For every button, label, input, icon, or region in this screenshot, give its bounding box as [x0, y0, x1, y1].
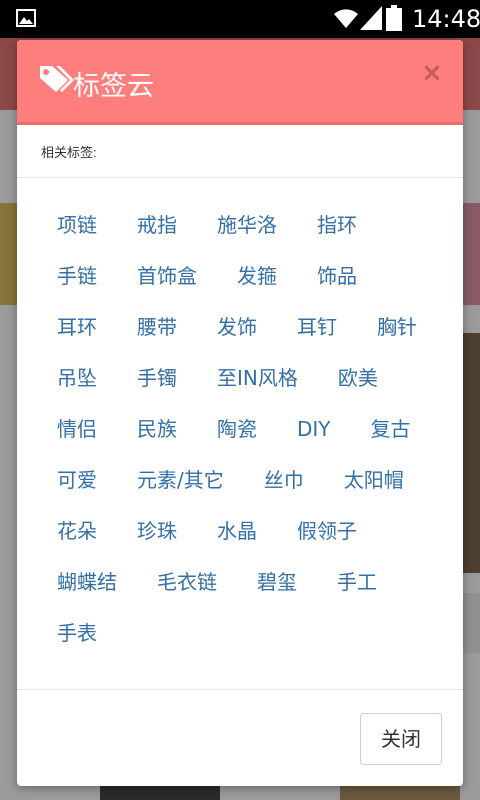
- tag-link[interactable]: 手镯: [117, 357, 197, 399]
- tag-row: 花朵 珍珠 水晶 假领子: [37, 510, 457, 561]
- tag-link[interactable]: 可爱: [37, 459, 117, 501]
- tag-link[interactable]: 施华洛: [197, 204, 297, 246]
- tag-link[interactable]: 指环: [297, 204, 377, 246]
- background-product-image: [0, 203, 18, 305]
- tag-cloud: 项链 戒指 施华洛 指环 手链 首饰盒 发箍 饰品 耳环 腰带 发饰 耳钉 胸针 吊坠 手镯 至IN风格 欧美情…: [37, 204, 457, 663]
- tag-link[interactable]: 蝴蝶结: [37, 561, 137, 603]
- tag-cloud-dialog: 标签云 × 相关标签: 项链 戒指 施华洛 指环 手链 首饰盒 发箍 饰品 耳环 腰带 发饰 耳钉 胸针…: [17, 40, 463, 786]
- tag-link[interactable]: 丝巾: [244, 459, 324, 501]
- tag-icon: [40, 66, 74, 92]
- background-product-image: [100, 786, 220, 800]
- tag-row: 情侣 民族 陶瓷 DIY 复古: [37, 408, 457, 459]
- tag-link[interactable]: 情侣: [37, 408, 117, 450]
- tag-row: 项链 戒指 施华洛 指环: [37, 204, 457, 255]
- tag-row: 可爱 元素/其它 丝巾 太阳帽: [37, 459, 457, 510]
- tag-link[interactable]: 发饰: [197, 306, 277, 348]
- status-bar: 14:48: [0, 0, 480, 38]
- tag-link[interactable]: 腰带: [117, 306, 197, 348]
- image-icon: [16, 9, 36, 27]
- tag-link[interactable]: 吊坠: [37, 357, 117, 399]
- related-tags-label: 相关标签:: [41, 145, 97, 160]
- background-product-image: [340, 786, 460, 800]
- tag-link[interactable]: 毛衣链: [137, 561, 237, 603]
- tag-link[interactable]: 手工: [317, 561, 397, 603]
- signal-icon: [360, 6, 382, 30]
- tag-link[interactable]: 陶瓷: [197, 408, 277, 450]
- tag-row: 耳环 腰带 发饰 耳钉 胸针: [37, 306, 457, 357]
- battery-icon: [386, 5, 402, 31]
- close-icon[interactable]: ×: [421, 58, 443, 88]
- tag-link[interactable]: 戒指: [117, 204, 197, 246]
- tag-link[interactable]: 欧美: [318, 357, 398, 399]
- tag-link[interactable]: 手表: [37, 612, 117, 654]
- tag-link[interactable]: 民族: [117, 408, 197, 450]
- background-product-image: [462, 203, 480, 305]
- tag-link[interactable]: 首饰盒: [117, 255, 217, 297]
- background-product-image: [462, 333, 480, 573]
- divider: [17, 177, 463, 178]
- tag-link[interactable]: DIY: [277, 408, 351, 450]
- tag-link[interactable]: 胸针: [357, 306, 437, 348]
- tag-row: 吊坠 手镯 至IN风格 欧美: [37, 357, 457, 408]
- tag-link[interactable]: 碧玺: [237, 561, 317, 603]
- dialog-header: 标签云 ×: [17, 40, 463, 125]
- divider: [17, 689, 463, 690]
- tag-link[interactable]: 发箍: [217, 255, 297, 297]
- tag-link[interactable]: 太阳帽: [324, 459, 424, 501]
- status-time: 14:48: [412, 5, 480, 33]
- tag-link[interactable]: 耳环: [37, 306, 117, 348]
- tag-link[interactable]: 珍珠: [117, 510, 197, 552]
- tag-link[interactable]: 假领子: [277, 510, 377, 552]
- tag-row: 手表: [37, 612, 457, 663]
- tag-link[interactable]: 元素/其它: [117, 459, 244, 501]
- wifi-icon: [334, 9, 358, 28]
- tag-row: 蝴蝶结 毛衣链 碧玺 手工: [37, 561, 457, 612]
- tag-link[interactable]: 手链: [37, 255, 117, 297]
- tag-link[interactable]: 水晶: [197, 510, 277, 552]
- tag-link[interactable]: 耳钉: [277, 306, 357, 348]
- close-button[interactable]: 关闭: [360, 713, 442, 765]
- tag-link[interactable]: 花朵: [37, 510, 117, 552]
- background-product-text: [462, 593, 480, 653]
- tag-link[interactable]: 复古: [351, 408, 431, 450]
- tag-link[interactable]: 至IN风格: [197, 357, 318, 399]
- tag-link[interactable]: 饰品: [297, 255, 377, 297]
- dialog-title: 标签云: [73, 71, 154, 102]
- tag-row: 手链 首饰盒 发箍 饰品: [37, 255, 457, 306]
- tag-link[interactable]: 项链: [37, 204, 117, 246]
